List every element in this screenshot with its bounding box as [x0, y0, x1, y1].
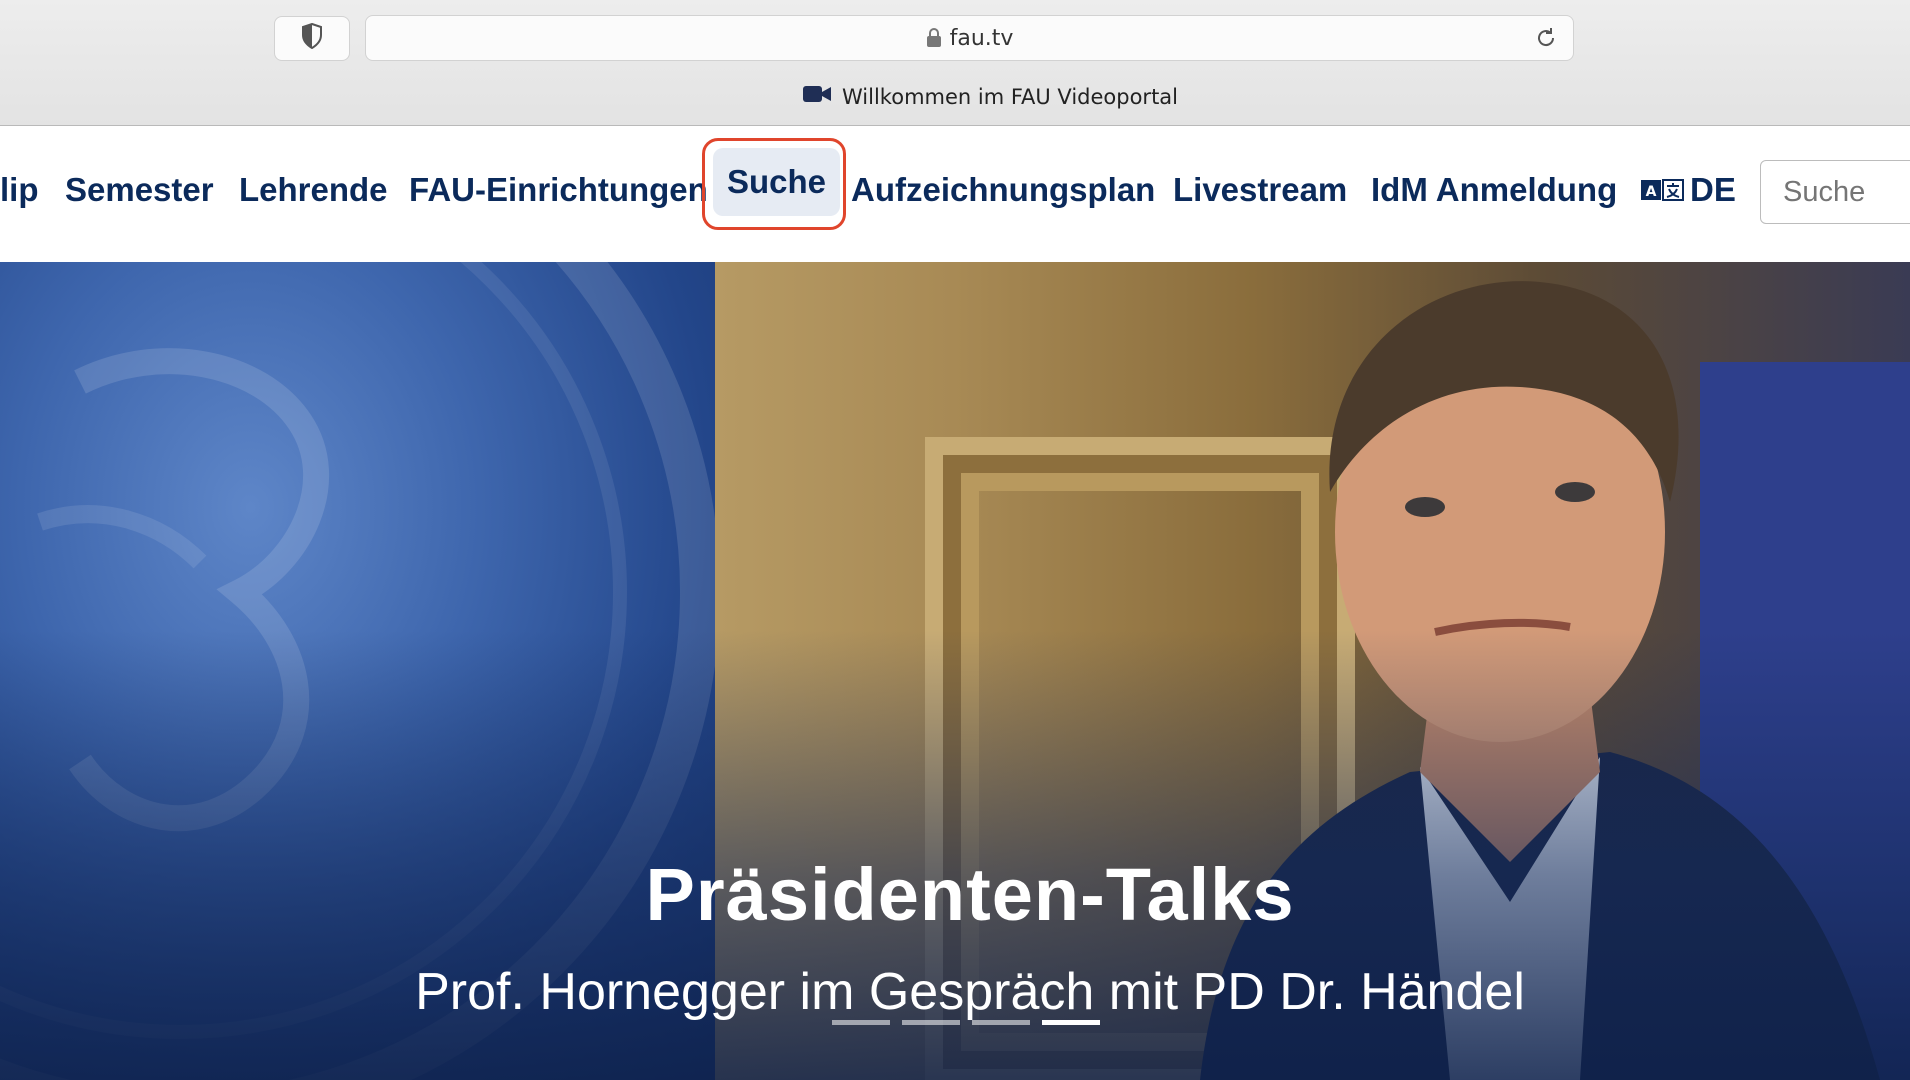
- nav-item-lehrende[interactable]: Lehrende: [239, 166, 388, 214]
- nav-item-clip[interactable]: lip: [0, 166, 39, 214]
- nav-item-livestream[interactable]: Livestream: [1173, 166, 1347, 214]
- slide-indicator-4[interactable]: [1042, 1020, 1100, 1025]
- reload-icon[interactable]: [1533, 25, 1559, 51]
- nav-item-fau-einrichtungen[interactable]: FAU-Einrichtungen: [409, 166, 708, 214]
- slide-indicator-1[interactable]: [832, 1020, 890, 1025]
- nav-item-aufzeichnungsplan[interactable]: Aufzeichnungsplan: [851, 166, 1155, 214]
- privacy-shield-button[interactable]: [274, 16, 350, 61]
- language-icon: A: [1640, 168, 1684, 216]
- svg-text:A: A: [1646, 184, 1657, 200]
- language-switch[interactable]: A DE: [1640, 166, 1736, 214]
- language-label: DE: [1690, 171, 1736, 208]
- slide-indicator-2[interactable]: [902, 1020, 960, 1025]
- highlight-ring: [702, 138, 846, 230]
- hero-gradient-overlay: [0, 262, 1910, 1080]
- search-input[interactable]: [1760, 160, 1910, 224]
- nav-item-semester[interactable]: Semester: [65, 166, 214, 214]
- site-navigation: lip Semester Lehrende FAU-Einrichtungen …: [0, 126, 1910, 264]
- url-text: fau.tv: [949, 25, 1014, 51]
- video-camera-icon: [802, 84, 832, 109]
- nav-item-idm-anmeldung[interactable]: IdM Anmeldung: [1371, 166, 1617, 214]
- tab-title-text: Willkommen im FAU Videoportal: [842, 84, 1178, 109]
- lock-icon: [926, 28, 942, 48]
- shield-icon: [301, 22, 323, 54]
- hero-slider: Präsidenten-Talks Prof. Hornegger im Ges…: [0, 262, 1910, 1080]
- slider-indicators: [832, 1020, 1100, 1025]
- address-bar[interactable]: fau.tv: [365, 15, 1574, 61]
- slide-indicator-3[interactable]: [972, 1020, 1030, 1025]
- tab-title: Willkommen im FAU Videoportal: [0, 84, 1910, 109]
- hero-subtitle: Prof. Hornegger im Gespräch mit PD Dr. H…: [415, 963, 1525, 1021]
- hero-title: Präsidenten-Talks: [645, 853, 1295, 936]
- browser-toolbar: fau.tv Willkommen im FAU Videoportal: [0, 0, 1910, 126]
